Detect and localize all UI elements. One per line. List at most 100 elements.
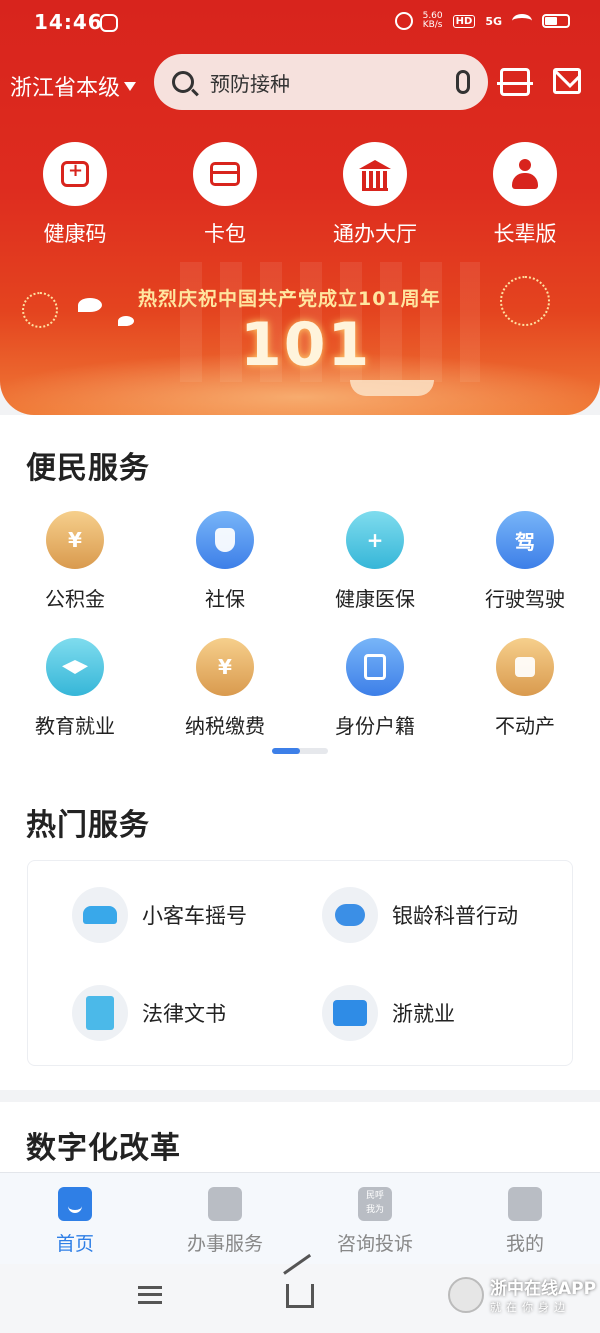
region-label: 浙江省本级 [10,76,121,101]
section-title-hot: 热门服务 [26,808,150,843]
card-wallet-glyph [210,162,240,186]
service-driving[interactable]: 驾 行驶驾驶 [450,511,600,612]
section-divider [0,1090,600,1102]
hot-item-employment[interactable]: 浙就业 [322,985,455,1041]
car-glyph [83,906,117,924]
celebration-banner[interactable]: 热烈庆祝中国共产党成立101周年 101 [0,262,600,415]
car-icon [72,887,128,943]
hot-item-label: 小客车摇号 [142,904,247,928]
caret-down-icon [124,81,137,91]
search-input[interactable]: 预防接种 [210,68,456,97]
service-social-security[interactable]: 社保 [150,511,300,612]
service-education[interactable]: 教育就业 [0,638,150,739]
hot-item-senior-science[interactable]: 银龄科普行动 [322,887,518,943]
banner-number: 101 [240,310,372,380]
top-app-service-hall[interactable]: 通办大厅 [300,142,450,248]
service-label: 公积金 [45,587,105,611]
briefcase-glyph [333,1000,367,1026]
top-app-label: 卡包 [204,222,246,246]
microphone-icon[interactable] [456,70,470,94]
tab-services[interactable]: 办事服务 [150,1173,300,1264]
tab-label: 办事服务 [186,1233,263,1255]
home-nav-icon[interactable] [286,1284,314,1308]
system-navigation: 浙中在线APP 就在你身边 [0,1264,600,1333]
health-code-icon [43,142,107,206]
service-medical-insurance[interactable]: + 健康医保 [300,511,450,612]
briefcase-icon [322,985,378,1041]
service-label: 健康医保 [335,587,415,611]
main-content: 便民服务 ¥ 公积金 社保 + 健康医保 驾 行驶驾驶 教育就业 ¥ 纳税缴费 … [0,415,600,1172]
service-label: 社保 [205,587,245,611]
banner-headline: 热烈庆祝中国共产党成立101周年 [138,288,441,310]
service-label: 纳税缴费 [185,714,265,738]
service-label: 行驶驾驶 [485,587,565,611]
net-speed-unit: KB/s [422,20,443,30]
consult-icon: 民呼 我为 [358,1187,392,1221]
top-app-card-wallet[interactable]: 卡包 [150,142,300,248]
tab-label: 我的 [505,1233,544,1255]
service-identity[interactable]: 身份户籍 [300,638,450,739]
net-speed: 5.60 KB/s [423,12,443,30]
hot-item-label: 浙就业 [392,1002,455,1026]
watermark: 浙中在线APP 就在你身边 [448,1274,596,1315]
section-title-convenience: 便民服务 [26,451,150,486]
region-selector[interactable]: 浙江省本级 [10,70,137,102]
status-indicators: 5.60 KB/s HD 5G [394,12,570,30]
top-app-health-code[interactable]: 健康码 [0,142,150,248]
hot-item-label: 法律文书 [142,1002,226,1026]
hot-services-card: 小客车摇号 银龄科普行动 法律文书 浙就业 [27,860,573,1066]
id-glyph [364,654,386,680]
service-real-estate[interactable]: 不动产 [450,638,600,739]
wifi-icon [512,14,532,28]
service-hall-glyph [359,160,391,191]
dove-icon [118,316,134,326]
hot-item-label: 银龄科普行动 [392,904,518,928]
real-estate-icon [496,638,554,696]
mail-icon[interactable] [553,68,581,94]
house-glyph [515,657,535,677]
scan-icon[interactable] [497,68,533,96]
service-label: 不动产 [495,714,555,738]
service-housing-fund[interactable]: ¥ 公积金 [0,511,150,612]
medical-insurance-icon: + [346,511,404,569]
bottom-tab-bar: 首页 办事服务 民呼 我为 咨询投诉 我的 [0,1172,600,1264]
tab-label: 咨询投诉 [336,1233,413,1255]
id-card-icon [346,638,404,696]
driving-license-icon: 驾 [496,511,554,569]
watermark-title: 浙中在线APP [490,1279,597,1299]
service-label: 身份户籍 [335,714,415,738]
home-icon [58,1187,92,1221]
service-tax[interactable]: ¥ 纳税缴费 [150,638,300,739]
user-icon [508,1187,542,1221]
hot-item-car-lottery[interactable]: 小客车摇号 [72,887,247,943]
battery-icon [542,14,570,28]
page-indicator [272,748,328,754]
cap-glyph [62,660,88,674]
top-app-label: 健康码 [43,222,107,246]
tab-home[interactable]: 首页 [0,1173,150,1264]
elder-mode-icon [493,142,557,206]
elder-mode-glyph [510,159,540,189]
tab-label: 首页 [55,1233,94,1255]
watermark-text: 浙中在线APP 就在你身边 [490,1274,596,1315]
card-wallet-icon [193,142,257,206]
alarm-icon [394,12,413,30]
health-code-glyph [61,160,89,187]
hot-item-legal-docs[interactable]: 法律文书 [72,985,226,1041]
convenience-services: ¥ 公积金 社保 + 健康医保 驾 行驶驾驶 教育就业 ¥ 纳税缴费 身份户籍 [0,511,600,739]
menu-icon[interactable] [138,1286,162,1304]
consult-icon-text: 民呼 [365,1191,384,1201]
tab-consult[interactable]: 民呼 我为 咨询投诉 [300,1173,450,1264]
graduation-cap-icon [46,638,104,696]
status-time: 14:46 [34,10,103,34]
search-icon [172,71,194,93]
search-bar[interactable]: 预防接种 [154,54,488,110]
flower-icon [322,887,378,943]
firework-icon [500,276,550,326]
watermark-subtitle: 就在你身边 [490,1301,570,1314]
document-icon [72,985,128,1041]
tab-profile[interactable]: 我的 [450,1173,600,1264]
top-app-elder-mode[interactable]: 长辈版 [450,142,600,248]
flower-glyph [335,904,365,926]
firework-icon [22,292,58,328]
